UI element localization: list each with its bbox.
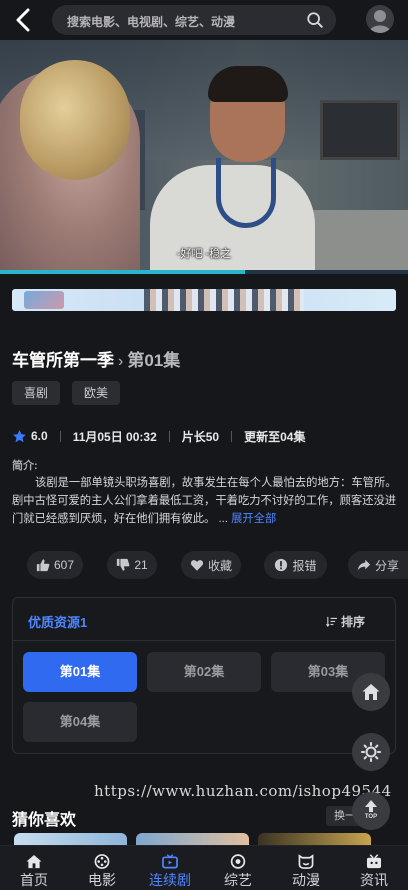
banner-logo: [24, 291, 64, 309]
action-bar: 607 21 收藏 报错 分享: [27, 551, 408, 579]
video-progress-bar[interactable]: [0, 270, 408, 274]
back-to-top-button[interactable]: TOP: [352, 792, 390, 830]
top-label: TOP: [364, 814, 378, 820]
tv-icon: [162, 854, 178, 869]
intro-label: 简介:: [12, 460, 38, 472]
dislike-button[interactable]: 21: [107, 551, 157, 579]
nav-label: 综艺: [224, 872, 252, 888]
dislike-count: 21: [134, 558, 148, 572]
favorite-label: 收藏: [207, 558, 232, 573]
nav-movie[interactable]: 电影: [68, 846, 136, 890]
news-tv-icon: [366, 854, 382, 869]
film-reel-icon: [94, 854, 110, 869]
rating-value: 6.0: [31, 429, 48, 443]
recommend-thumbnails: [14, 833, 408, 847]
like-count: 607: [53, 558, 75, 572]
nav-news[interactable]: 资讯: [340, 846, 408, 890]
star-icon: [13, 429, 26, 442]
duration: 片长50: [181, 429, 220, 444]
region-tag[interactable]: 欧美: [72, 381, 121, 405]
video-subtitle: -好吧 -稳之: [176, 248, 232, 260]
nav-home[interactable]: 首页: [0, 846, 68, 890]
source-tab[interactable]: 优质资源1: [28, 612, 87, 631]
expand-all-link[interactable]: 展开全部: [231, 513, 276, 525]
video-frame-hair-left: [20, 60, 130, 180]
heart-icon: [190, 560, 204, 571]
variety-icon: [230, 854, 246, 869]
theme-toggle-button[interactable]: [352, 733, 390, 771]
show-title[interactable]: 车管所第一季: [12, 351, 114, 370]
alert-circle-icon: [275, 558, 288, 572]
nav-label: 动漫: [292, 872, 320, 888]
show-title-row: 车管所第一季 › 第01集: [12, 346, 180, 370]
home-float-button[interactable]: [352, 673, 390, 711]
episode-panel: 优质资源1 排序 第01集 第02集 第03集 第04集: [12, 597, 396, 754]
episode-button-04[interactable]: 第04集: [23, 702, 137, 742]
intro-ellipsis: ...: [218, 513, 228, 525]
sort-label: 排序: [340, 615, 365, 629]
share-label: 分享: [374, 558, 399, 573]
home-icon: [26, 854, 42, 869]
video-player[interactable]: -好吧 -稳之: [0, 40, 408, 274]
user-avatar-icon: [369, 10, 391, 33]
search-input[interactable]: 搜索电影、电视剧、综艺、动漫: [52, 5, 336, 35]
update-status: 更新至04集: [244, 429, 306, 444]
thumbs-down-icon: [117, 558, 130, 571]
report-button[interactable]: 报错: [264, 551, 327, 579]
nav-label: 资讯: [360, 872, 388, 888]
nav-label: 首页: [20, 872, 48, 888]
search-icon[interactable]: [306, 11, 324, 29]
home-icon: [362, 684, 380, 700]
ad-banner[interactable]: [12, 289, 396, 311]
avatar[interactable]: [366, 5, 394, 33]
search-placeholder: 搜索电影、电视剧、综艺、动漫: [67, 15, 236, 29]
recommend-title: 猜你喜欢: [12, 812, 77, 829]
intro-body: 该剧是一部单镜头职场喜剧，故事发生在每个人最怕去的地方：车管所。剧中古怪可爱的主…: [12, 477, 397, 525]
nav-label: 电影: [88, 872, 116, 888]
sort-button[interactable]: 排序: [326, 613, 365, 630]
back-arrow-icon[interactable]: [12, 8, 36, 32]
chevron-right-icon: ›: [118, 353, 124, 370]
current-episode: 第01集: [127, 351, 181, 370]
genre-tag[interactable]: 喜剧: [12, 381, 61, 405]
share-button[interactable]: 分享: [348, 551, 408, 579]
banner-image: [144, 289, 304, 311]
share-icon: [357, 559, 371, 571]
like-button[interactable]: 607: [27, 551, 83, 579]
anime-icon: [298, 854, 314, 869]
genre-tags: 喜剧 欧美: [12, 381, 121, 405]
nav-anime[interactable]: 动漫: [272, 846, 340, 890]
sun-icon: [361, 742, 381, 762]
intro-text: 该剧是一部单镜头职场喜剧，故事发生在每个人最怕去的地方：车管所。剧中古怪可爱的主…: [12, 474, 398, 528]
episode-button-01[interactable]: 第01集: [23, 652, 137, 692]
video-frame-monitor: [320, 100, 400, 160]
thumbs-up-icon: [36, 559, 50, 572]
video-frame-person: [150, 66, 315, 274]
release-date: 11月05日 00:32: [72, 429, 157, 444]
report-label: 报错: [292, 558, 317, 573]
show-meta: 6.0 11月05日 00:32 片长50 更新至04集: [12, 427, 305, 445]
episode-button-02[interactable]: 第02集: [147, 652, 261, 692]
nav-variety[interactable]: 综艺: [204, 846, 272, 890]
top-bar: 搜索电影、电视剧、综艺、动漫: [0, 0, 408, 40]
nav-label: 连续剧: [149, 872, 191, 888]
watermark-url: https://www.huzhan.com/ishop49544: [94, 782, 392, 800]
nav-series[interactable]: 连续剧: [136, 846, 204, 890]
bottom-nav: 首页 电影 连续剧 综艺 动漫 资讯: [0, 845, 408, 890]
sort-icon: [326, 616, 337, 627]
episode-panel-header: 优质资源1 排序: [13, 598, 395, 641]
favorite-button[interactable]: 收藏: [181, 551, 241, 579]
